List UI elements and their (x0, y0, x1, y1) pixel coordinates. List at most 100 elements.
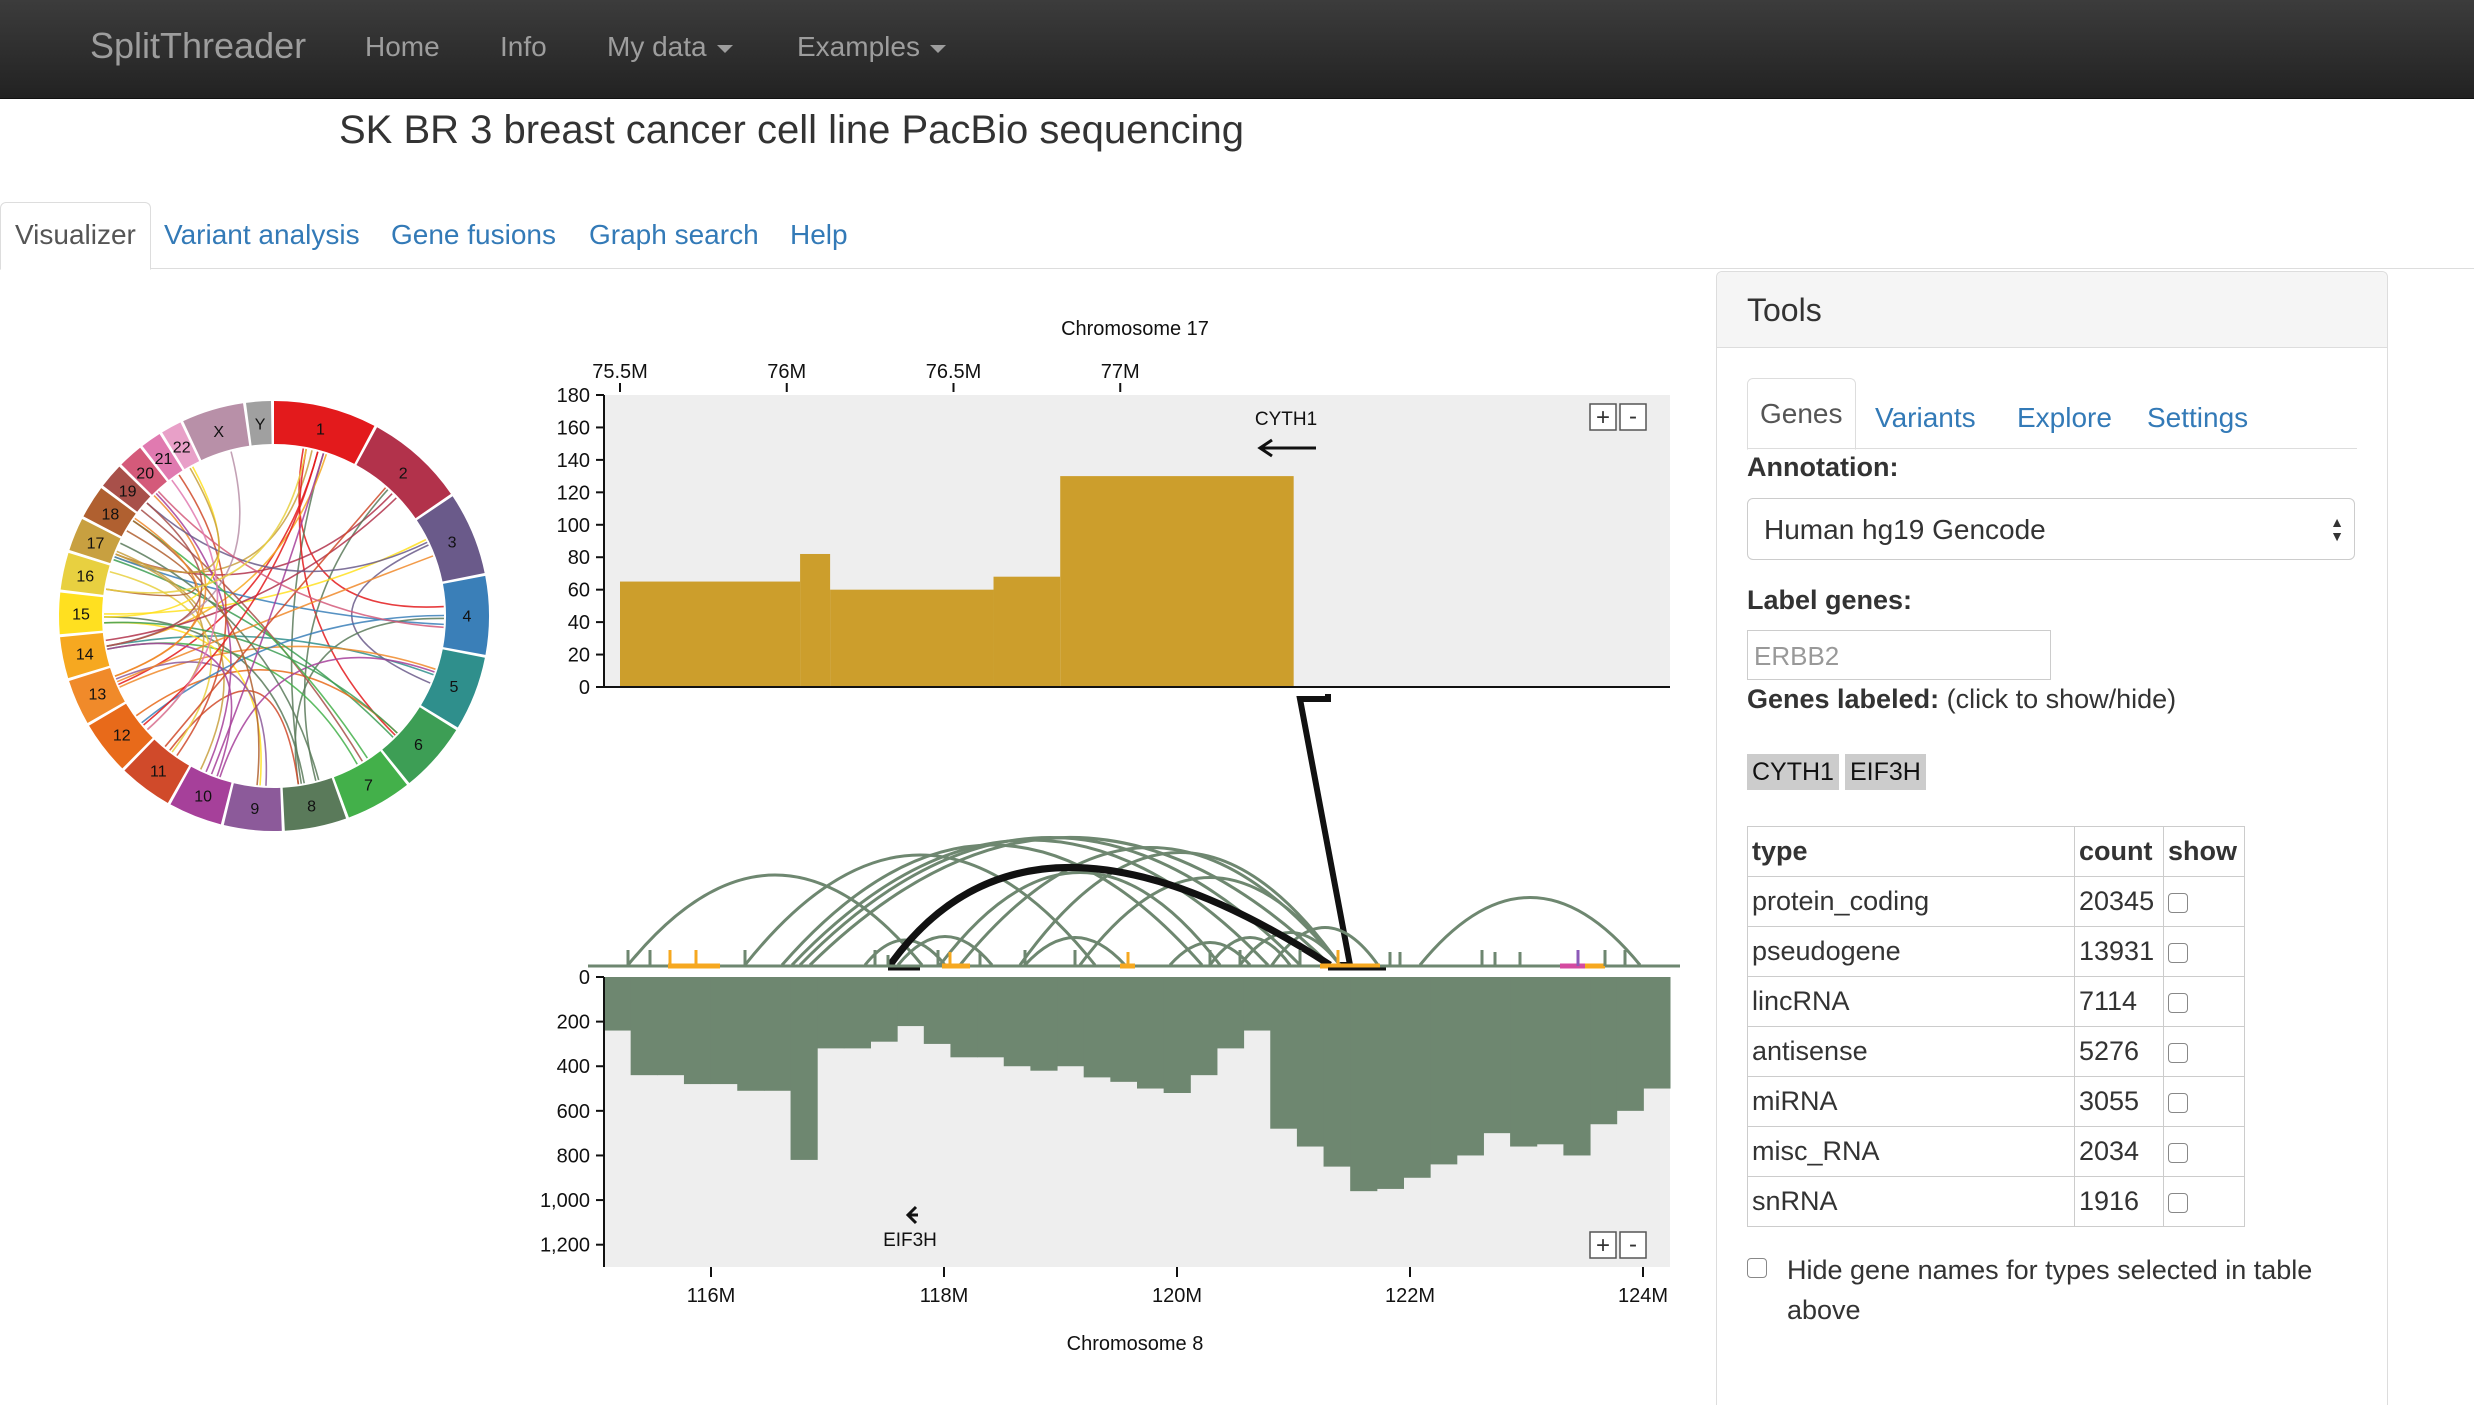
tab-variant-analysis[interactable]: Variant analysis (150, 203, 374, 267)
chromosome-label: 10 (194, 789, 212, 806)
zoom-out-button[interactable]: - (1619, 1231, 1647, 1259)
chromosome-label: 7 (364, 777, 373, 794)
chromosome-label: 22 (173, 440, 191, 457)
circos-plot[interactable]: 12345678910111213141516171819202122X Y (44, 386, 504, 846)
zoom-in-button[interactable]: + (1589, 403, 1617, 431)
chromosome-label: 2 (399, 466, 408, 483)
chromosome-label: 17 (87, 536, 105, 553)
brand-logo[interactable]: SplitThreader (90, 25, 306, 67)
coverage-bar (1403, 977, 1431, 1178)
show-checkbox[interactable] (2168, 1042, 2188, 1063)
genes-labeled-label: Genes labeled: (1747, 684, 1940, 714)
top-track-title: Chromosome 17 (1061, 318, 1209, 340)
coverage-bar (1030, 977, 1058, 1071)
table-header-row: type count show (1747, 826, 2245, 877)
show-checkbox[interactable] (2168, 942, 2188, 963)
coverage-bar (1456, 977, 1484, 1156)
subtab-genes[interactable]: Genes (1747, 378, 1856, 450)
coverage-bar (630, 977, 658, 1076)
show-checkbox[interactable] (2168, 1092, 2188, 1113)
coverage-bar (1563, 977, 1591, 1156)
show-checkbox[interactable] (2168, 992, 2188, 1013)
y-tick-label: 0 (579, 967, 590, 989)
table-cell-show (2163, 1026, 2245, 1077)
table-row: pseudogene 13931 (1747, 926, 2245, 977)
chromosome-label: 1 (316, 422, 325, 439)
chromosome-label: 11 (150, 763, 167, 780)
nav-info[interactable]: Info (500, 31, 547, 63)
table-cell-type: misc_RNA (1747, 1126, 2075, 1177)
chromosome-label: 21 (155, 451, 173, 468)
table-cell-type: pseudogene (1747, 926, 2075, 977)
subtab-explore[interactable]: Explore (2005, 387, 2124, 449)
table-row: antisense 5276 (1747, 1026, 2245, 1077)
tab-graph-search[interactable]: Graph search (575, 203, 773, 267)
show-checkbox[interactable] (2168, 1142, 2188, 1163)
show-checkbox[interactable] (2168, 892, 2188, 913)
nav-my-data[interactable]: My data (607, 31, 733, 63)
hide-gene-names-label[interactable]: Hide gene names for types selected in ta… (1787, 1250, 2347, 1330)
table-cell-type: snRNA (1747, 1176, 2075, 1227)
coverage-bar (1616, 977, 1644, 1111)
annotation-select[interactable]: Human hg19 Gencode ▲ ▼ (1747, 498, 2355, 560)
gene-chip-cyth1[interactable]: CYTH1 (1747, 754, 1839, 790)
coverage-bar (1270, 977, 1298, 1129)
tab-gene-fusions[interactable]: Gene fusions (377, 203, 570, 267)
coverage-bar (870, 977, 898, 1042)
gene-chip-eif3h[interactable]: EIF3H (1845, 754, 1926, 790)
chromosome-label: Y (255, 417, 266, 434)
nav-my-data-label: My data (607, 31, 707, 62)
coverage-bar (1643, 977, 1671, 1089)
label-genes-input[interactable]: ERBB2 (1747, 630, 2051, 680)
table-row: lincRNA 7114 (1747, 976, 2245, 1027)
annotation-label: Annotation: (1747, 452, 1899, 482)
chromosome-label: 5 (449, 679, 458, 696)
bottom-track-y-axis: 0 200 400 600 800 1,000 1,200 (540, 967, 604, 1257)
tools-title: Tools (1747, 292, 1822, 328)
y-tick-label: 140 (557, 450, 590, 472)
chromosome-label: 13 (88, 687, 106, 704)
variant-arcs[interactable] (626, 836, 1642, 967)
coverage-bar (1590, 977, 1618, 1125)
coverage-bar (1057, 977, 1085, 1067)
subtab-settings[interactable]: Settings (2135, 387, 2260, 449)
coverage-bar (1296, 977, 1325, 1147)
table-cell-show (2163, 1126, 2245, 1177)
tab-help[interactable]: Help (776, 203, 862, 267)
coverage-bar (830, 589, 994, 687)
zoom-in-button[interactable]: + (1589, 1231, 1617, 1259)
table-cell-show (2163, 876, 2245, 927)
table-row: misc_RNA 2034 (1747, 1126, 2245, 1177)
table-row: miRNA 3055 (1747, 1076, 2245, 1127)
table-header-type: type (1747, 826, 2075, 877)
coverage-bar (993, 576, 1061, 687)
x-tick-label: 76.5M (926, 361, 982, 383)
table-row: snRNA 1916 (1747, 1176, 2245, 1227)
nav-examples-label: Examples (797, 31, 920, 62)
zoom-out-button[interactable]: - (1619, 403, 1647, 431)
coverage-bar (710, 977, 738, 1085)
chromosome-label: 20 (136, 465, 154, 482)
coverage-bar (657, 977, 685, 1076)
nav-home[interactable]: Home (365, 31, 440, 63)
x-tick-label: 77M (1101, 361, 1140, 383)
table-row: protein_coding 20345 (1747, 876, 2245, 927)
select-arrows-icon: ▲ ▼ (2330, 514, 2344, 544)
subtab-variants[interactable]: Variants (1863, 387, 1988, 449)
table-cell-type: lincRNA (1747, 976, 2075, 1027)
chromosome-label: 9 (250, 801, 259, 818)
hide-gene-names-checkbox[interactable] (1747, 1258, 1767, 1278)
show-checkbox[interactable] (2168, 1192, 2188, 1213)
coverage-bar (1323, 977, 1351, 1167)
coverage-bar (1003, 977, 1031, 1067)
coverage-bar (923, 977, 951, 1044)
gene-label-cyth1[interactable]: CYTH1 (1255, 409, 1317, 430)
tab-visualizer[interactable]: Visualizer (0, 202, 151, 270)
nav-examples[interactable]: Examples (797, 31, 946, 63)
x-tick-label: 75.5M (592, 361, 648, 383)
y-tick-label: 180 (557, 385, 590, 407)
tabs-divider (0, 268, 2474, 269)
table-cell-type: antisense (1747, 1026, 2075, 1077)
chromosome-label: 19 (119, 483, 137, 500)
gene-label-eif3h[interactable]: EIF3H (883, 1230, 937, 1251)
